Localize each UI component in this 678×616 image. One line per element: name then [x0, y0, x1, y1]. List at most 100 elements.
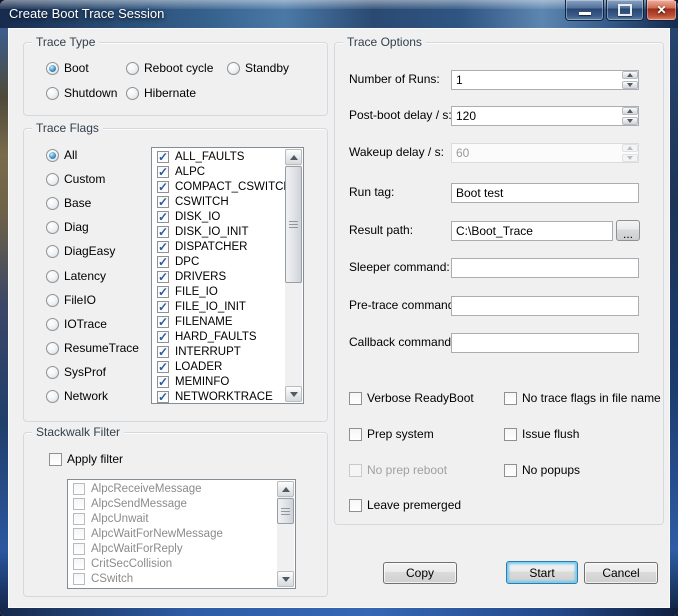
stackwalk-event-item[interactable]: AlpcUnwait	[70, 511, 277, 526]
checkbox-icon[interactable]	[349, 392, 362, 405]
checkbox-icon[interactable]	[73, 543, 85, 555]
trace-flags-mode-radio[interactable]: Base	[46, 196, 91, 210]
option-checkbox-row[interactable]: No trace flags in file name	[504, 391, 661, 405]
trace-flag-item[interactable]: DPC	[154, 254, 285, 269]
trace-flags-listbox[interactable]: ALL_FAULTS ALPC COMPACT_CSWITCH	[151, 147, 304, 404]
radio-button-icon[interactable]	[126, 62, 139, 75]
trace-flag-item[interactable]: ALPC	[154, 164, 285, 179]
trace-flag-item[interactable]: DISK_IO	[154, 209, 285, 224]
sleeper-command-input[interactable]	[451, 258, 639, 278]
spin-down-button[interactable]	[622, 81, 638, 89]
option-checkbox-row[interactable]: Verbose ReadyBoot	[349, 391, 474, 405]
checkbox-icon[interactable]	[349, 499, 362, 512]
minimize-button[interactable]	[565, 0, 604, 21]
scrollbar-thumb[interactable]	[277, 498, 294, 524]
radio-button-icon[interactable]	[46, 245, 59, 258]
stackwalk-event-item[interactable]: CritSecCollision	[70, 556, 277, 571]
trace-type-radio-option[interactable]: Shutdown	[46, 86, 117, 100]
close-button[interactable]: ✕	[646, 0, 677, 21]
trace-flags-mode-radio[interactable]: DiagEasy	[46, 244, 115, 258]
checkbox-icon[interactable]	[73, 558, 85, 570]
trace-flag-item[interactable]: DISK_IO_INIT	[154, 224, 285, 239]
maximize-button[interactable]	[606, 0, 644, 21]
trace-flag-item[interactable]: LOADER	[154, 359, 285, 374]
run-tag-input[interactable]	[451, 183, 639, 203]
trace-flag-item[interactable]: NETWORKTRACE	[154, 389, 285, 404]
number-of-runs-input[interactable]	[451, 70, 639, 90]
trace-flag-item[interactable]: HARD_FAULTS	[154, 329, 285, 344]
checkbox-icon[interactable]	[157, 166, 169, 178]
scroll-down-button[interactable]	[285, 386, 302, 402]
checkbox-icon[interactable]	[73, 498, 85, 510]
radio-button-icon[interactable]	[46, 390, 59, 403]
trace-flags-mode-radio[interactable]: SysProf	[46, 365, 106, 379]
trace-flag-item[interactable]: FILE_IO	[154, 284, 285, 299]
trace-flag-item[interactable]: INTERRUPT	[154, 344, 285, 359]
trace-flags-mode-radio[interactable]: Custom	[46, 172, 105, 186]
checkbox-icon[interactable]	[157, 361, 169, 373]
option-checkbox-row[interactable]: Leave premerged	[349, 498, 461, 512]
radio-button-icon[interactable]	[46, 87, 59, 100]
scroll-down-button[interactable]	[277, 571, 294, 587]
checkbox-icon[interactable]	[157, 346, 169, 358]
spin-up-button[interactable]	[622, 107, 638, 115]
checkbox-icon[interactable]	[349, 464, 362, 477]
trace-flags-mode-radio[interactable]: IOTrace	[46, 317, 107, 331]
radio-button-icon[interactable]	[46, 294, 59, 307]
checkbox-icon[interactable]	[157, 241, 169, 253]
option-checkbox-row[interactable]: Issue flush	[504, 427, 579, 441]
radio-button-icon[interactable]	[46, 149, 59, 162]
checkbox-icon[interactable]	[157, 376, 169, 388]
trace-flags-scrollbar[interactable]	[285, 149, 302, 402]
checkbox-icon[interactable]	[157, 211, 169, 223]
pretrace-command-input[interactable]	[451, 296, 639, 316]
checkbox-icon[interactable]	[73, 483, 85, 495]
apply-filter-checkbox-row[interactable]: Apply filter	[49, 452, 123, 466]
trace-type-radio-option[interactable]: Hibernate	[126, 86, 196, 100]
checkbox-icon[interactable]	[73, 528, 85, 540]
stackwalk-event-item[interactable]: AlpcWaitForReply	[70, 541, 277, 556]
stackwalk-event-item[interactable]: AlpcReceiveMessage	[70, 481, 277, 496]
browse-button[interactable]: ...	[616, 220, 640, 241]
checkbox-icon[interactable]	[504, 392, 517, 405]
checkbox-icon[interactable]	[157, 331, 169, 343]
cancel-button[interactable]: Cancel	[584, 562, 658, 584]
radio-button-icon[interactable]	[46, 173, 59, 186]
scroll-up-button[interactable]	[277, 481, 294, 497]
apply-filter-checkbox[interactable]	[49, 453, 62, 466]
checkbox-icon[interactable]	[73, 513, 85, 525]
stackwalk-event-item[interactable]: AlpcSendMessage	[70, 496, 277, 511]
trace-flags-mode-radio[interactable]: Latency	[46, 269, 106, 283]
checkbox-icon[interactable]	[157, 151, 169, 163]
stackwalk-event-item[interactable]: CSwitch	[70, 571, 277, 586]
option-checkbox-row[interactable]: No prep reboot	[349, 463, 447, 477]
result-path-input[interactable]	[451, 221, 613, 241]
stackwalk-listbox[interactable]: AlpcReceiveMessage AlpcSendMessage AlpcU…	[67, 479, 296, 589]
checkbox-icon[interactable]	[504, 428, 517, 441]
radio-button-icon[interactable]	[46, 318, 59, 331]
trace-flag-item[interactable]: MEMINFO	[154, 374, 285, 389]
trace-type-radio-option[interactable]: Reboot cycle	[126, 61, 213, 75]
radio-button-icon[interactable]	[46, 62, 59, 75]
checkbox-icon[interactable]	[504, 464, 517, 477]
checkbox-icon[interactable]	[157, 301, 169, 313]
radio-button-icon[interactable]	[46, 221, 59, 234]
trace-flags-mode-radio[interactable]: Network	[46, 389, 108, 403]
callback-command-input[interactable]	[451, 333, 639, 353]
trace-flags-mode-radio[interactable]: ResumeTrace	[46, 341, 139, 355]
stackwalk-scrollbar[interactable]	[277, 481, 294, 587]
radio-button-icon[interactable]	[227, 62, 240, 75]
copy-button[interactable]: Copy	[383, 562, 457, 584]
radio-button-icon[interactable]	[46, 270, 59, 283]
radio-button-icon[interactable]	[46, 366, 59, 379]
option-checkbox-row[interactable]: No popups	[504, 463, 580, 477]
radio-button-icon[interactable]	[126, 87, 139, 100]
spin-down-button[interactable]	[622, 117, 638, 125]
checkbox-icon[interactable]	[157, 181, 169, 193]
trace-type-radio-option[interactable]: Standby	[227, 61, 289, 75]
checkbox-icon[interactable]	[73, 573, 85, 585]
trace-flag-item[interactable]: DRIVERS	[154, 269, 285, 284]
checkbox-icon[interactable]	[157, 256, 169, 268]
scroll-up-button[interactable]	[285, 149, 302, 165]
checkbox-icon[interactable]	[349, 428, 362, 441]
